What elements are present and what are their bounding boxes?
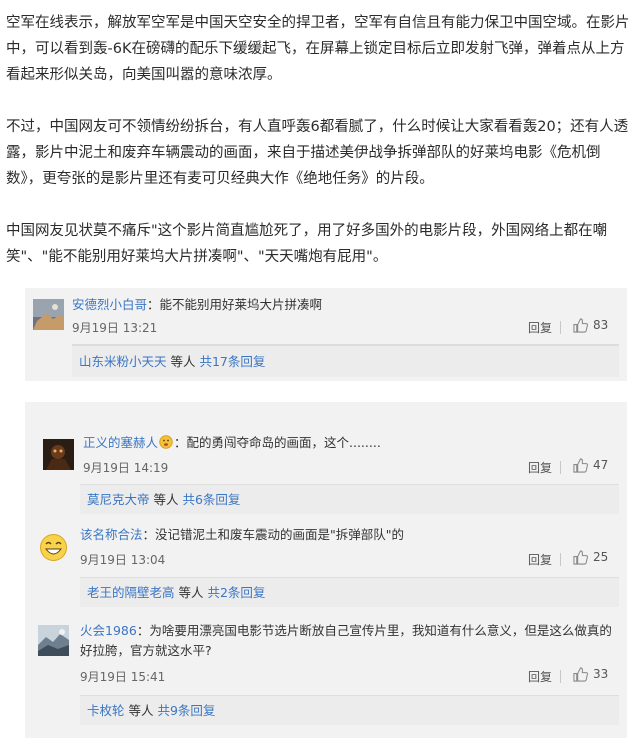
thumbs-up-icon [573, 318, 588, 333]
avatar[interactable] [38, 532, 69, 563]
comment-text-line: 正义的塞赫人 ：配的勇闯夺命岛的画面，这个........ [83, 433, 613, 453]
divider [560, 461, 561, 474]
avatar-image [38, 532, 69, 563]
sub-reply-connector: 等人 [174, 585, 208, 600]
comment-text-line: 安德烈小白哥：能不能别用好莱坞大片拼凑啊 [72, 295, 612, 315]
comment-text-line: 火会1986：为啥要用漂亮国电影节选片断放自己宣传片里，我知道有什么意义，但是这… [80, 621, 620, 661]
comment-time: 9月19日 15:41 [80, 670, 166, 684]
avatar[interactable] [33, 299, 64, 330]
avatar[interactable] [38, 625, 69, 656]
article-paragraph-3: 中国网友见状莫不痛斥"这个影片简直尴尬死了，用了好多国外的电影片段，外国网络上都… [6, 223, 608, 265]
like-count: 33 [593, 667, 609, 681]
comment-text: ：没记错泥土和废车震动的画面是"拆弹部队"的 [142, 527, 405, 542]
comment-text: ：为啥要用漂亮国电影节选片断放自己宣传片里，我知道有什么意义，但是这么做真的好拉… [80, 623, 612, 658]
sub-reply-username[interactable]: 莫尼克大帝 [87, 492, 150, 507]
sub-reply-connector: 等人 [166, 354, 200, 369]
reply-button[interactable]: 回复 [528, 459, 552, 476]
reply-button[interactable]: 回复 [528, 551, 552, 568]
sub-reply-connector: 等人 [149, 492, 183, 507]
comment-time: 9月19日 13:04 [80, 553, 166, 567]
sub-reply-summary[interactable]: 卡枚轮 等人 共9条回复 [80, 695, 619, 725]
divider [560, 670, 561, 683]
thumbs-up-icon [573, 458, 588, 473]
comment-text: ：能不能别用好莱坞大片拼凑啊 [147, 297, 323, 312]
comment-username[interactable]: 该名称合法 [80, 527, 143, 542]
divider [560, 553, 561, 566]
comment-card: 安德烈小白哥：能不能别用好莱坞大片拼凑啊 9月19日 13:21 回复 83 山… [25, 288, 627, 381]
avatar-image [43, 439, 74, 470]
sub-reply-summary[interactable]: 老王的隔壁老高 等人 共2条回复 [80, 577, 619, 607]
sub-reply-count[interactable]: 共6条回复 [182, 492, 240, 507]
reply-button[interactable]: 回复 [528, 319, 552, 336]
comment-username[interactable]: 正义的塞赫人 [83, 435, 158, 450]
article-paragraph-1: 空军在线表示，解放军空军是中国天空安全的捍卫者，空军有自信且有能力保卫中国空域。… [6, 15, 630, 83]
divider [560, 321, 561, 334]
emoji-face-icon [159, 435, 173, 449]
comment-time: 9月19日 14:19 [83, 461, 169, 475]
comment-text: ：配的勇闯夺命岛的画面，这个........ [174, 435, 381, 450]
comment-card: 正义的塞赫人 ：配的勇闯夺命岛的画面，这个........ 9月19日 14:19… [25, 402, 627, 738]
like-count: 47 [593, 458, 609, 472]
comment-text-line: 该名称合法：没记错泥土和废车震动的画面是"拆弹部队"的 [80, 525, 610, 545]
like-count: 25 [593, 550, 609, 564]
comment-time: 9月19日 13:21 [72, 321, 158, 335]
sub-reply-summary[interactable]: 山东米粉小天天 等人 共17条回复 [72, 345, 619, 377]
like-count: 83 [593, 318, 609, 332]
comment-username[interactable]: 火会1986 [80, 623, 137, 638]
reply-button[interactable]: 回复 [528, 668, 552, 685]
sub-reply-count[interactable]: 共2条回复 [207, 585, 265, 600]
thumbs-up-icon [573, 550, 588, 565]
avatar[interactable] [43, 439, 74, 470]
sub-reply-username[interactable]: 山东米粉小天天 [79, 354, 167, 369]
comment-username[interactable]: 安德烈小白哥 [72, 297, 147, 312]
avatar-image [38, 625, 69, 656]
sub-reply-count[interactable]: 共17条回复 [199, 354, 265, 369]
sub-reply-connector: 等人 [124, 703, 158, 718]
sub-reply-username[interactable]: 卡枚轮 [87, 703, 125, 718]
sub-reply-count[interactable]: 共9条回复 [157, 703, 215, 718]
sub-reply-summary[interactable]: 莫尼克大帝 等人 共6条回复 [80, 484, 619, 514]
article-paragraph-2: 不过，中国网友可不领情纷纷拆台，有人直呼轰6都看腻了，什么时候让大家看看轰20；… [6, 119, 629, 187]
sub-reply-username[interactable]: 老王的隔壁老高 [87, 585, 175, 600]
avatar-image [33, 299, 64, 330]
thumbs-up-icon [573, 667, 588, 682]
